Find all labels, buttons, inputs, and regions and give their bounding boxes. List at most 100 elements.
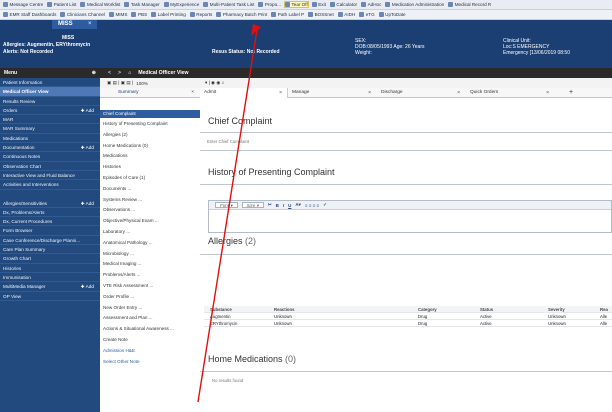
chief-complaint-input[interactable]: Enter Chief Complaint xyxy=(207,139,249,144)
toolbar-item[interactable]: Medical Worklist xyxy=(80,2,120,7)
linkbar-item[interactable]: Path Label P xyxy=(271,12,304,17)
linkbar-item[interactable]: EMR Staff Dashboards xyxy=(3,12,56,17)
font-color-icon[interactable]: A▾ xyxy=(295,202,301,208)
section-nav-item[interactable]: Objective/Physical Exam ... xyxy=(100,218,200,225)
tab-quick-orders[interactable]: Quick Orders × xyxy=(466,88,555,98)
column-header[interactable]: Severity xyxy=(548,306,600,312)
toolbar-item[interactable]: Propo... xyxy=(258,2,281,7)
linkbar-item[interactable]: Pharmacy Batch Print xyxy=(216,12,267,17)
toolbar-item[interactable]: Medication Administration xyxy=(385,2,444,7)
section-nav-item[interactable]: New Order Entry ... xyxy=(100,305,200,312)
table-row[interactable]: ERYthromycin Unknown Drug Active Unknown Alle xyxy=(204,320,612,327)
italic-icon[interactable]: I xyxy=(283,203,284,208)
tab-admit[interactable]: Admit × xyxy=(200,88,288,98)
section-nav-item[interactable]: Order Profile ... xyxy=(100,294,200,301)
toolbar-item[interactable]: Multi-Patient Task List xyxy=(203,2,254,7)
sidebar-item[interactable]: Allergies/Sensitivities ✚ Add xyxy=(0,199,100,208)
linkbar-item[interactable]: eTG xyxy=(359,12,375,17)
add-button[interactable]: ✚ Add xyxy=(81,282,94,290)
align-icons[interactable]: ≡ ≡ ≡ ≡ xyxy=(305,203,319,208)
pin-icon[interactable]: ⊕ xyxy=(92,70,96,76)
sidebar-item[interactable]: MultiMedia Manager ✚ Add xyxy=(0,282,100,292)
close-icon[interactable]: × xyxy=(457,88,460,98)
table-row[interactable]: Augmentin Unknown Drug Active Unknown Alle xyxy=(204,313,612,320)
sidebar-item[interactable]: Results Review xyxy=(0,97,100,106)
sidebar-item[interactable]: Case Conference/Discharge Planni... xyxy=(0,236,100,246)
toolbar-item[interactable]: Task Manager xyxy=(124,2,160,7)
section-nav-item[interactable]: Episodes of Care (1) xyxy=(100,175,200,182)
section-nav-item[interactable]: Systems Review ... xyxy=(100,197,200,204)
close-icon[interactable]: × xyxy=(546,88,549,98)
tab-summary[interactable]: Summary × xyxy=(100,88,200,98)
forward-icon[interactable]: > xyxy=(118,70,121,76)
linkbar-item[interactable]: Clinicians Channel xyxy=(60,12,105,17)
sidebar-item[interactable]: Continuous Notes xyxy=(0,152,100,162)
section-nav-item[interactable]: Assessment and Plan ... xyxy=(100,315,200,322)
toolbar-item[interactable]: Calculator xyxy=(329,2,357,7)
toolbar-item[interactable]: Patient List xyxy=(47,2,76,7)
linkbar-item[interactable]: UpToDate xyxy=(378,12,406,17)
sidebar-item[interactable]: Orders ✚ Add xyxy=(0,106,100,116)
add-button[interactable]: ✚ Add xyxy=(81,143,94,151)
linkbar-item[interactable]: Label Printing xyxy=(151,12,186,17)
column-header[interactable]: Category xyxy=(418,306,480,312)
back-icon[interactable]: < xyxy=(108,70,111,76)
close-icon[interactable]: × xyxy=(368,88,371,98)
bold-icon[interactable]: B xyxy=(276,203,279,208)
section-nav-item[interactable]: Problems/Alerts ... xyxy=(100,272,200,279)
toolbar-item[interactable]: Exit xyxy=(311,2,326,7)
toolbar-item[interactable]: Medical Record R xyxy=(448,2,491,7)
sidebar-item[interactable]: Histories xyxy=(0,264,100,273)
toolbar-item[interactable]: Tear Off xyxy=(283,1,309,8)
font-dropdown[interactable]: Font ▾ xyxy=(215,202,238,208)
sidebar-item[interactable]: MAR Summary xyxy=(0,124,100,134)
section-nav-item[interactable]: Create Note xyxy=(100,337,200,344)
linkbar-item[interactable]: MIMS xyxy=(108,12,127,17)
spell-check-icon[interactable]: ✓ xyxy=(323,202,327,208)
column-header[interactable]: Rea xyxy=(600,306,612,312)
section-nav-item[interactable]: Documents ... xyxy=(100,186,200,193)
section-nav-item[interactable]: Microbiology ... xyxy=(100,251,200,258)
add-button[interactable]: ✚ Add xyxy=(81,199,94,207)
sidebar-item[interactable]: MAR xyxy=(0,115,100,125)
sidebar-item[interactable]: Activities and Interventions xyxy=(0,180,100,190)
sidebar-item[interactable]: Growth Chart xyxy=(0,254,100,264)
sidebar-item[interactable]: Care Plan Summary xyxy=(0,245,100,255)
sidebar-item[interactable]: Form Browser xyxy=(0,226,100,236)
toolbar-item[interactable]: MyExperience xyxy=(163,2,199,7)
column-header[interactable]: Reactions xyxy=(274,306,418,312)
sidebar-item[interactable]: Medications xyxy=(0,134,100,144)
sidebar-item[interactable]: Observation Chart xyxy=(0,162,100,171)
column-header[interactable]: Status xyxy=(480,306,548,312)
linkbar-item[interactable]: AIDH xyxy=(337,12,355,17)
section-nav-item[interactable]: Histories xyxy=(100,164,200,171)
size-dropdown[interactable]: Size ▾ xyxy=(241,202,264,208)
section-nav-item[interactable]: VTE Risk Assessment ... xyxy=(100,283,200,290)
hpc-editor[interactable]: Font ▾ Size ▾ ✂ B I U A▾ ≡ ≡ ≡ ≡ ✓ xyxy=(208,200,612,233)
section-nav-item[interactable]: Actions & Situational Awareness ... xyxy=(100,326,200,333)
section-nav-item[interactable]: Medical Imaging ... xyxy=(100,261,200,268)
sidebar-item[interactable]: Documentation ✚ Add xyxy=(0,143,100,153)
section-nav-item[interactable]: Laboratory ... xyxy=(100,229,200,236)
sidebar-item[interactable]: OP View xyxy=(0,292,100,301)
section-nav-item[interactable]: Home Medications (0) xyxy=(100,143,200,150)
add-tab-button[interactable]: + xyxy=(555,88,612,98)
section-nav-item[interactable]: History of Presenting Complaint xyxy=(100,121,200,128)
zoom-level[interactable]: 100% xyxy=(136,81,148,86)
sidebar-item[interactable]: Interactive View and Fluid Balance xyxy=(0,171,100,181)
section-nav-item[interactable]: Select Other Note xyxy=(100,359,200,366)
sidebar-item[interactable]: Patient Information xyxy=(0,78,100,88)
add-button[interactable]: ✚ Add xyxy=(81,106,94,114)
close-icon[interactable]: × xyxy=(279,88,282,98)
section-nav-item[interactable]: Admission H&E xyxy=(100,348,200,355)
sidebar-item[interactable]: Immunisation xyxy=(0,273,100,283)
section-nav-item[interactable]: Chief Complaint xyxy=(100,110,200,118)
section-nav-item[interactable]: Allergies (2) xyxy=(100,132,200,139)
linkbar-item[interactable]: Reports xyxy=(189,12,212,17)
section-nav-item[interactable]: Anatomical Pathology ... xyxy=(100,240,200,247)
sidebar-item[interactable]: Dx, Current Procedures xyxy=(0,217,100,227)
close-icon[interactable]: × xyxy=(88,21,92,27)
home-icon[interactable]: ⌂ xyxy=(128,70,131,76)
close-icon[interactable]: × xyxy=(191,90,194,95)
tab-manage[interactable]: Manage × xyxy=(288,88,377,98)
